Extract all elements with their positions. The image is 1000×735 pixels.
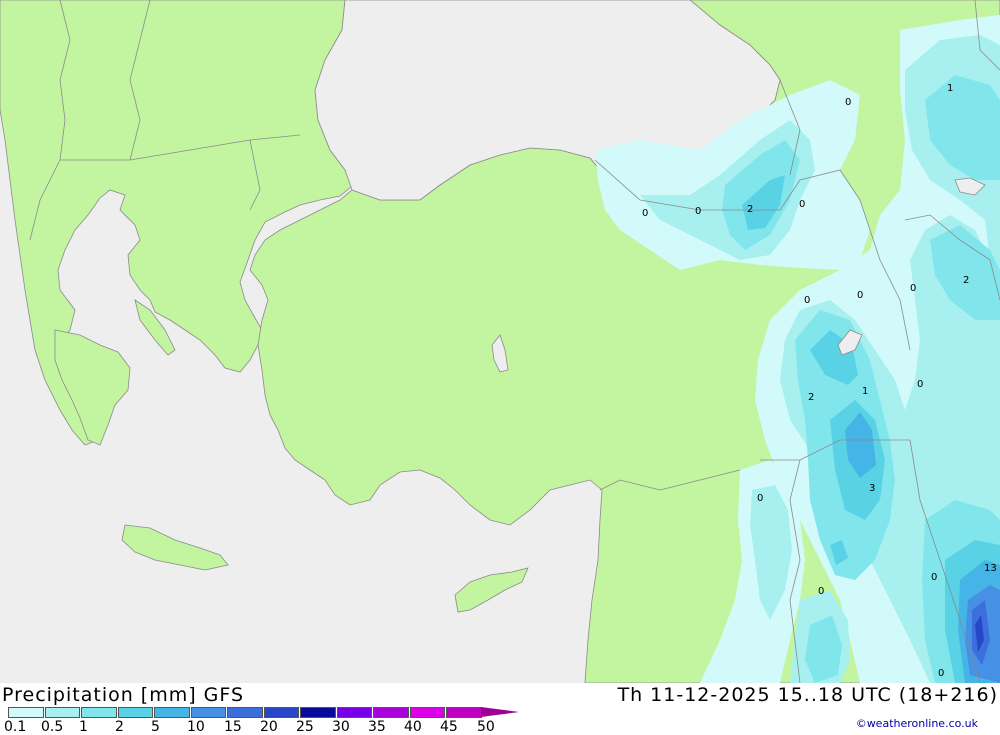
value-label: 1 [862, 386, 868, 397]
value-label: 0 [695, 206, 701, 217]
color-swatch [227, 707, 263, 718]
value-label: 0 [818, 586, 824, 597]
color-scale-arrow [481, 707, 519, 717]
color-scale-labels: 0.1 0.5 1 2 5 10 15 20 25 30 35 40 45 50 [0, 719, 520, 735]
color-swatch [336, 707, 372, 718]
value-label: 0 [917, 379, 923, 390]
color-swatch [446, 707, 482, 718]
value-label: 0 [804, 295, 810, 306]
color-swatch [44, 707, 80, 718]
value-label: 0 [845, 97, 851, 108]
value-label: 3 [869, 483, 875, 494]
value-label: 0 [938, 668, 944, 679]
color-swatch [373, 707, 409, 718]
value-label: 0 [910, 283, 916, 294]
value-label: 0 [642, 208, 648, 219]
value-label: 1 [947, 83, 953, 94]
color-swatch [190, 707, 226, 718]
value-label: 0 [757, 493, 763, 504]
value-label: 13 [984, 563, 997, 574]
color-swatch [154, 707, 190, 718]
color-swatch [409, 707, 445, 718]
value-label: 2 [747, 204, 753, 215]
map-title: Precipitation [mm] GFS [2, 684, 245, 706]
forecast-datetime: Th 11-12-2025 15..18 UTC (18+216) [617, 684, 998, 706]
value-label: 0 [799, 199, 805, 210]
value-label: 0 [857, 290, 863, 301]
value-label: 2 [808, 392, 814, 403]
color-swatch [81, 707, 117, 718]
precipitation-map: 0 0 2 0 0 1 0 0 0 2 2 1 0 0 3 0 0 0 13 [0, 0, 1000, 683]
color-swatch [263, 707, 299, 718]
color-swatch [117, 707, 153, 718]
color-swatch [8, 707, 44, 718]
color-swatch [300, 707, 336, 718]
value-label: 2 [963, 275, 969, 286]
credit-link[interactable]: ©weatheronline.co.uk [856, 717, 978, 730]
color-scale [8, 707, 483, 718]
value-label: 0 [931, 572, 937, 583]
